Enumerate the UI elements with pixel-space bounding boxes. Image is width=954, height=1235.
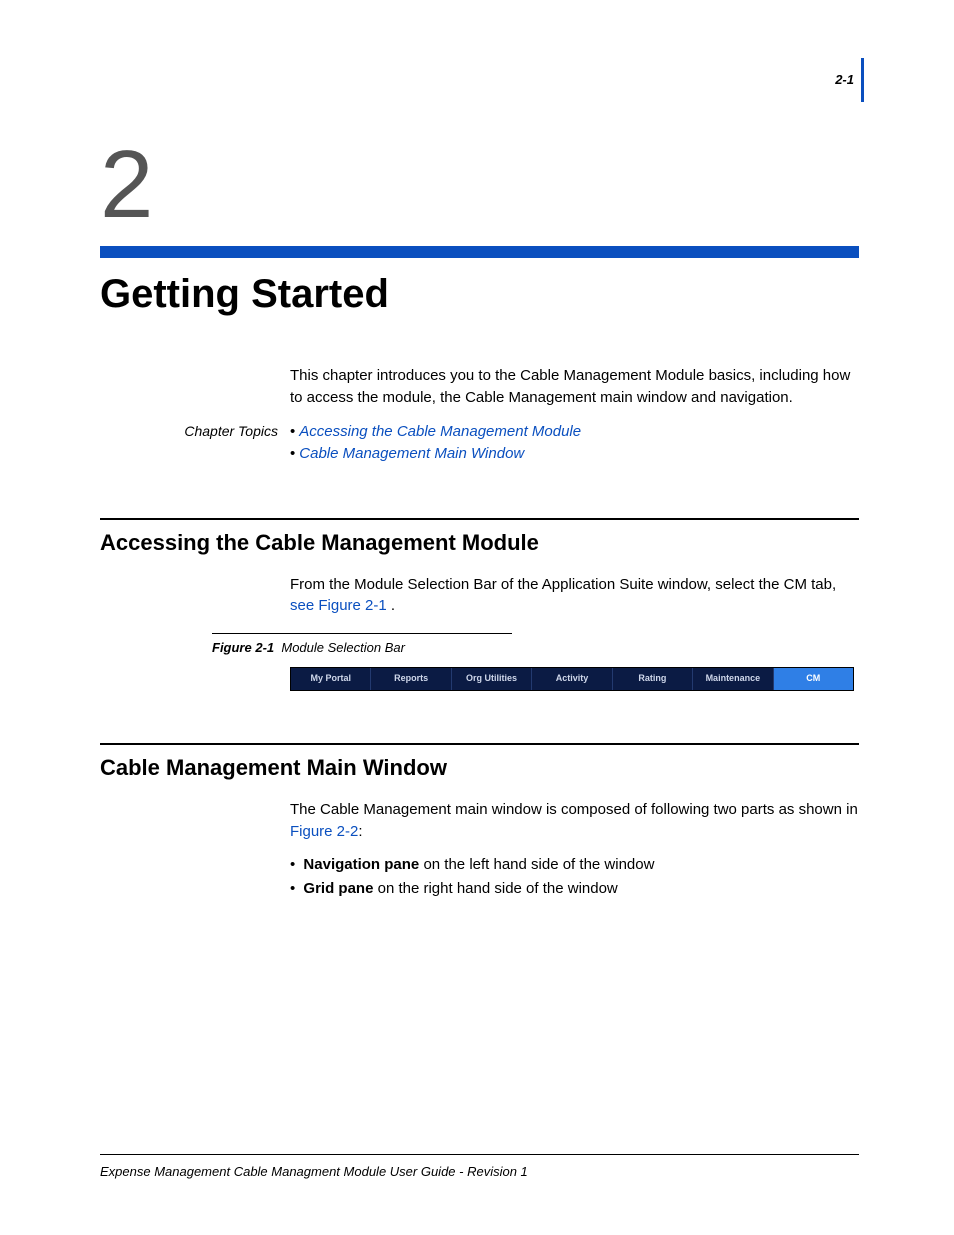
footer-text: Expense Management Cable Managment Modul… [100,1164,528,1179]
chapter-intro: This chapter introduces you to the Cable… [290,365,859,409]
section-body: The Cable Management main window is comp… [290,799,859,843]
module-tab-cm[interactable]: CM [774,668,853,690]
chapter-title: Getting Started [100,272,859,317]
module-tab-org-utilities[interactable]: Org Utilities [452,668,532,690]
module-tab-rating[interactable]: Rating [613,668,693,690]
figure-ref-link[interactable]: see Figure 2-1 [290,597,387,614]
section-title-main-window: Cable Management Main Window [100,755,859,781]
topic-item: •Cable Management Main Window [290,443,581,466]
topic-link-2[interactable]: Cable Management Main Window [299,445,524,462]
bullet-item: • Grid pane on the right hand side of th… [290,877,859,901]
footer-rule [100,1154,859,1155]
section-rule [100,743,859,745]
chapter-number: 2 [100,130,859,240]
section-title-accessing: Accessing the Cable Management Module [100,530,859,556]
section-rule [100,518,859,520]
bullet-item: • Navigation pane on the left hand side … [290,853,859,877]
module-selection-bar: My PortalReportsOrg UtilitiesActivityRat… [290,667,854,691]
module-tab-reports[interactable]: Reports [371,668,451,690]
module-tab-my-portal[interactable]: My Portal [291,668,371,690]
figure-caption: Figure 2-1 Module Selection Bar [212,640,859,655]
topic-item: •Accessing the Cable Management Module [290,421,581,444]
module-tab-maintenance[interactable]: Maintenance [693,668,773,690]
chapter-topics-label: Chapter Topics [100,421,290,439]
section-body: From the Module Selection Bar of the App… [290,574,859,618]
topic-link-1[interactable]: Accessing the Cable Management Module [299,423,581,440]
chapter-rule [100,246,859,258]
chapter-topics-list: •Accessing the Cable Management Module •… [290,421,581,466]
figure-caption-rule [212,633,512,634]
section-bullets: • Navigation pane on the left hand side … [290,853,859,901]
figure-ref-link[interactable]: Figure 2-2 [290,823,358,840]
page-number: 2-1 [835,72,854,87]
module-tab-activity[interactable]: Activity [532,668,612,690]
header-accent-rule [861,58,864,102]
